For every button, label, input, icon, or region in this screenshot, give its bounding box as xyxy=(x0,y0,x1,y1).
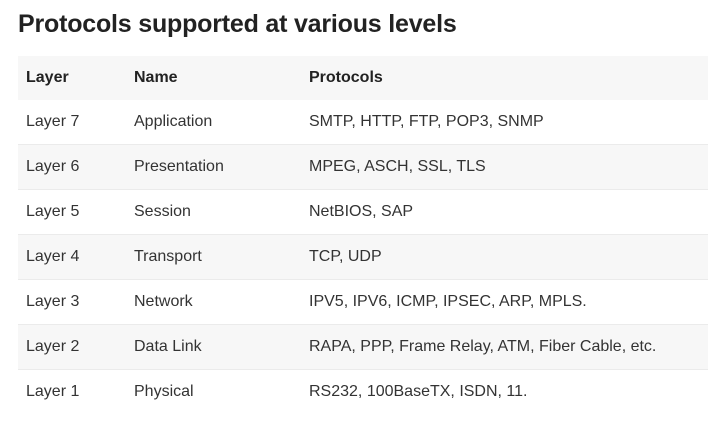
table-row: Layer 2 Data Link RAPA, PPP, Frame Relay… xyxy=(18,324,708,370)
column-header-name: Name xyxy=(134,69,178,86)
name-cell: Network xyxy=(134,293,193,310)
layer-cell: Layer 5 xyxy=(26,203,80,220)
name-cell: Application xyxy=(134,113,213,130)
table-row: Layer 6 Presentation MPEG, ASCH, SSL, TL… xyxy=(18,144,708,190)
table-row: Layer 1 Physical RS232, 100BaseTX, ISDN,… xyxy=(18,369,708,414)
layer-cell: Layer 7 xyxy=(26,113,80,130)
page: Protocols supported at various levels La… xyxy=(0,0,709,424)
name-cell: Session xyxy=(134,203,191,220)
protocols-table: Layer Name Protocols Layer 7 Application… xyxy=(18,56,708,414)
layer-cell: Layer 2 xyxy=(26,338,80,355)
table-row: Layer 5 Session NetBIOS, SAP xyxy=(18,189,708,235)
protocols-cell: RS232, 100BaseTX, ISDN, 11. xyxy=(309,383,528,400)
table-row: Layer 7 Application SMTP, HTTP, FTP, POP… xyxy=(18,100,708,145)
table-row: Layer 4 Transport TCP, UDP xyxy=(18,234,708,280)
name-cell: Transport xyxy=(134,248,202,265)
protocols-cell: MPEG, ASCH, SSL, TLS xyxy=(309,158,486,175)
layer-cell: Layer 4 xyxy=(26,248,80,265)
table-row: Layer 3 Network IPV5, IPV6, ICMP, IPSEC,… xyxy=(18,279,708,325)
protocols-cell: RAPA, PPP, Frame Relay, ATM, Fiber Cable… xyxy=(309,338,657,355)
name-cell: Presentation xyxy=(134,158,224,175)
protocols-cell: NetBIOS, SAP xyxy=(309,203,414,220)
protocols-cell: TCP, UDP xyxy=(309,248,382,265)
column-header-layer: Layer xyxy=(26,69,69,86)
layer-cell: Layer 3 xyxy=(26,293,80,310)
protocols-cell: IPV5, IPV6, ICMP, IPSEC, ARP, MPLS. xyxy=(309,293,587,310)
protocols-cell: SMTP, HTTP, FTP, POP3, SNMP xyxy=(309,113,544,130)
name-cell: Data Link xyxy=(134,338,202,355)
name-cell: Physical xyxy=(134,383,194,400)
table-header-row: Layer Name Protocols xyxy=(18,56,708,100)
column-header-protocols: Protocols xyxy=(309,69,383,86)
layer-cell: Layer 1 xyxy=(26,383,80,400)
page-title: Protocols supported at various levels xyxy=(18,10,457,38)
layer-cell: Layer 6 xyxy=(26,158,80,175)
